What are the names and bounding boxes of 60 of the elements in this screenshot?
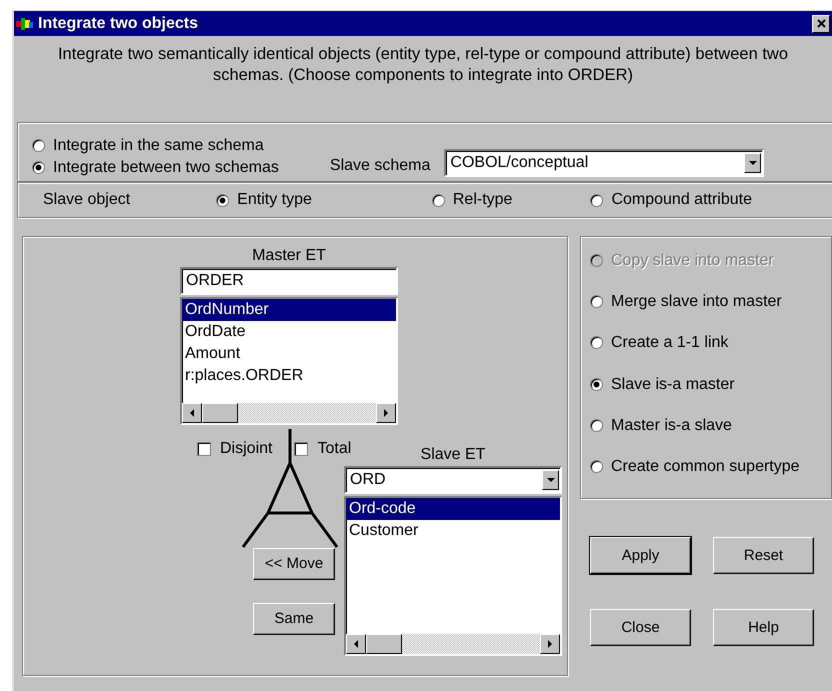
arrow-left-icon: [354, 640, 358, 648]
apply-button[interactable]: Apply: [590, 537, 691, 574]
scroll-right-button[interactable]: [540, 634, 560, 654]
list-item[interactable]: OrdNumber: [182, 299, 396, 321]
list-item[interactable]: r:places.ORDER: [182, 365, 396, 387]
radio-button[interactable]: [590, 460, 603, 474]
radio-label[interactable]: Rel-type: [452, 190, 512, 210]
radio-button[interactable]: [432, 194, 445, 206]
scroll-left-button[interactable]: [346, 634, 366, 654]
move-button[interactable]: << Move: [253, 548, 335, 580]
text-field[interactable]: ORDER: [180, 267, 398, 295]
radio-label[interactable]: Master is-a slave: [611, 416, 732, 435]
radio-button[interactable]: [216, 194, 230, 206]
app-icon: [16, 16, 34, 32]
list-item[interactable]: Customer: [346, 520, 560, 542]
arrow-right-icon: [384, 409, 388, 417]
window-title: Integrate two objects: [38, 14, 198, 34]
radio-button[interactable]: [590, 295, 603, 308]
description-text: Integrate two semantically identical objects (entity type, rel-type or compound attribute) between two schemas. (Choose components to integrate into ORDER): [56, 44, 790, 86]
checkbox[interactable]: [294, 442, 308, 456]
scroll-left-button[interactable]: [182, 403, 202, 423]
radio-label[interactable]: Slave is-a master: [611, 374, 735, 394]
radio-label[interactable]: Merge slave into master: [611, 292, 782, 312]
dropdown-button[interactable]: [744, 153, 762, 173]
caret-down-icon: [748, 161, 757, 165]
checkbox-label[interactable]: Total: [317, 439, 352, 458]
checkbox[interactable]: [197, 442, 211, 456]
list-item[interactable]: OrdDate: [182, 321, 396, 343]
close-icon[interactable]: [812, 14, 830, 32]
arrow-right-icon: [548, 640, 552, 648]
radio-label[interactable]: Compound attribute: [611, 190, 752, 210]
radio-button[interactable]: [590, 378, 603, 391]
checkbox-label[interactable]: Disjoint: [220, 439, 272, 458]
scrollbar-thumb[interactable]: [202, 403, 238, 423]
arrow-left-icon: [190, 409, 194, 417]
dropdown-button[interactable]: [542, 470, 559, 490]
schema-dropdown[interactable]: COBOL/conceptual: [444, 149, 764, 177]
caret-down-icon: [546, 478, 554, 482]
reset-button[interactable]: Reset: [713, 537, 814, 574]
field-label: Slave schema: [330, 156, 430, 175]
list-item[interactable]: Amount: [182, 343, 396, 365]
same-button[interactable]: Same: [253, 603, 335, 636]
radio-label[interactable]: Integrate in the same schema: [53, 136, 264, 155]
radio-button[interactable]: [590, 194, 604, 206]
help-button[interactable]: Help: [713, 609, 814, 646]
radio-button[interactable]: [32, 160, 45, 174]
radio-label[interactable]: Integrate between two schemas: [53, 158, 279, 177]
list-item[interactable]: Ord-code: [346, 498, 560, 520]
radio-label[interactable]: Entity type: [237, 190, 312, 210]
field-label: Slave object: [43, 190, 130, 210]
radio-button[interactable]: [590, 336, 603, 350]
radio-button[interactable]: [590, 418, 603, 432]
close-button[interactable]: Close: [590, 609, 691, 646]
radio-button[interactable]: [32, 138, 45, 152]
scroll-right-button[interactable]: [376, 403, 396, 423]
scrollbar-thumb[interactable]: [366, 634, 402, 654]
field-label: Master ET: [251, 246, 327, 266]
entity-dropdown[interactable]: ORD: [344, 466, 562, 494]
radio-label[interactable]: Create common supertype: [611, 456, 800, 476]
radio-label[interactable]: Create a 1-1 link: [611, 333, 728, 353]
